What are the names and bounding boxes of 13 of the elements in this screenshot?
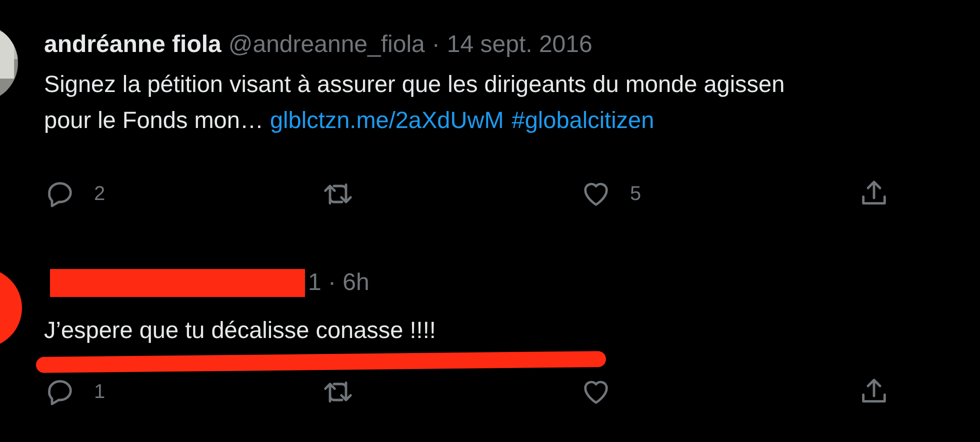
- user-handle[interactable]: @andreanne_fiola: [228, 31, 425, 59]
- link[interactable]: glblctzn.me/2aXdUwM: [270, 107, 504, 133]
- reply-count: 1: [94, 380, 106, 404]
- like-count: 5: [630, 182, 642, 206]
- tweet-text: Signez la pétition visant à assurer que les dirigeants du monde agissen: [44, 71, 785, 97]
- timestamp[interactable]: 14 sept. 2016: [446, 31, 592, 59]
- separator-dot: ·: [432, 31, 440, 59]
- link[interactable]: #globalcitizen: [512, 107, 654, 133]
- tweet-text: J’espere que tu décalisse conasse !!!!: [44, 317, 436, 343]
- display-name[interactable]: andréanne fiola: [44, 31, 222, 59]
- timestamp[interactable]: 1 · 6h: [308, 269, 370, 297]
- reply-count: 2: [94, 182, 106, 206]
- tweet-text: pour le Fonds mon…: [44, 107, 264, 133]
